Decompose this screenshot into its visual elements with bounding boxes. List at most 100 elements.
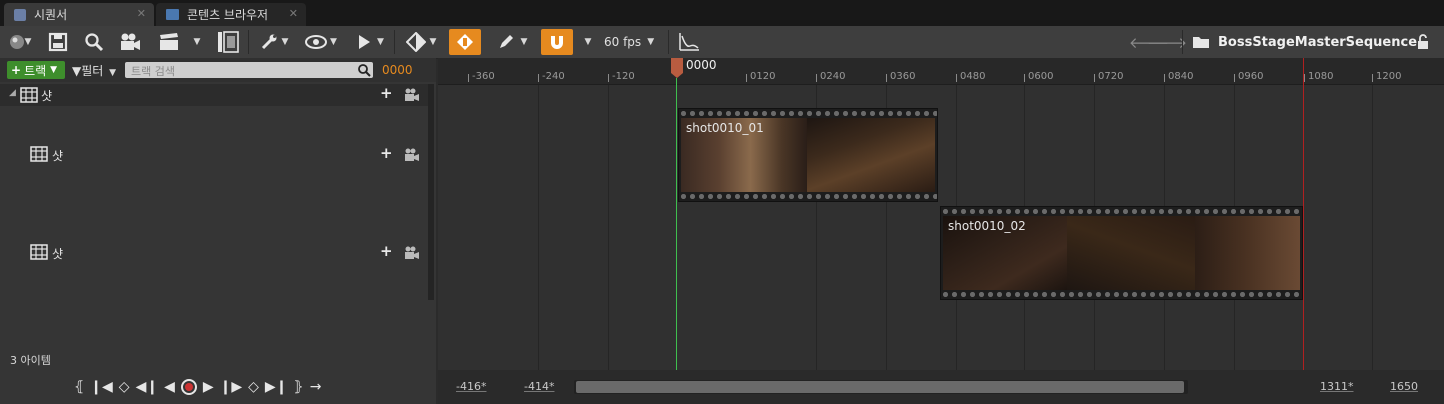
divider (248, 30, 249, 54)
save-button[interactable] (44, 29, 72, 55)
outliner-toolbar: + 트랙 ▼ ▼필터 ▼ 트랙 검색 0000 (0, 58, 436, 82)
auto-key-toggle[interactable] (449, 29, 481, 55)
camera-icon[interactable] (404, 246, 420, 260)
track-search-field[interactable]: 트랙 검색 (125, 62, 373, 78)
record-icon[interactable] (180, 379, 197, 395)
play-forward-icon[interactable]: ▶ (203, 379, 214, 395)
browse-button[interactable] (1190, 29, 1212, 55)
arrow-right-icon[interactable]: → (310, 379, 322, 395)
filter-button[interactable]: ▼필터 ▼ (72, 62, 116, 79)
tab-label: 시퀀서 (34, 8, 68, 22)
content-browser-icon (166, 9, 179, 20)
filter-icon: ▼ (72, 64, 82, 78)
playhead-line[interactable] (676, 78, 677, 370)
view-options-button[interactable]: ▼ (302, 29, 340, 55)
next-key-icon[interactable]: ◇ (248, 379, 259, 395)
camera-button[interactable] (116, 29, 144, 55)
ruler-tick (1164, 74, 1165, 82)
playback-end-field[interactable]: 1311* (1320, 380, 1354, 393)
prev-key-icon[interactable]: ❙◀ (90, 379, 113, 395)
eye-icon (305, 35, 328, 49)
view-end-field[interactable]: 1650 (1390, 380, 1418, 393)
expand-arrow-icon[interactable]: ◢ (9, 88, 16, 98)
shot-row[interactable]: 샷 + (0, 204, 428, 302)
tab-sequencer[interactable]: 시퀀서 ✕ (4, 3, 154, 26)
to-end-icon[interactable]: ▶❙ (265, 379, 288, 395)
shot-name: shot0010_02 (948, 219, 1026, 233)
timeline-scrollbar[interactable] (574, 380, 1188, 394)
shot-track-icon (30, 146, 48, 162)
reverse-icon[interactable]: ◀ (164, 379, 175, 395)
scrollbar-thumb[interactable] (576, 381, 1184, 393)
world-button[interactable]: ▼ (4, 29, 36, 55)
camera-icon[interactable] (404, 148, 420, 162)
close-icon[interactable]: ✕ (289, 7, 298, 20)
divider (394, 30, 395, 54)
add-track-button[interactable]: + 트랙 ▼ (7, 61, 65, 79)
curve-editor-button[interactable] (674, 29, 704, 55)
shot-track-icon (20, 87, 38, 103)
tick-label: 0360 (890, 71, 916, 82)
chevron-down-icon: ▼ (584, 37, 592, 47)
playback-start-field[interactable]: -414* (524, 380, 554, 393)
step-back-icon[interactable]: ◀❙ (136, 379, 159, 395)
lock-button[interactable] (1412, 29, 1434, 55)
tick-label: 0600 (1028, 71, 1054, 82)
add-shot-icon[interactable]: + (380, 144, 393, 162)
fps-label: 60 fps (604, 35, 642, 49)
prev-frame-icon[interactable]: ◇ (119, 379, 130, 395)
shot-section[interactable]: shot0010_02 (940, 206, 1303, 300)
shot-name: shot0010_01 (686, 121, 764, 135)
shot-thumbnail (1067, 216, 1195, 290)
find-button[interactable] (80, 29, 108, 55)
settings-button[interactable]: ▼ (256, 29, 292, 55)
current-frame-field[interactable]: 0000 (382, 63, 413, 77)
ruler-tick (886, 74, 887, 82)
shot-row-label: 샷 (52, 247, 64, 261)
snapping-options-button[interactable]: ▼ (578, 29, 598, 55)
end-range-marker[interactable] (1303, 58, 1304, 370)
clapper-button[interactable]: ▼ (152, 29, 206, 55)
outliner-scrollbar[interactable] (428, 84, 434, 300)
snapping-toggle[interactable] (541, 29, 573, 55)
key-options-button[interactable]: ▼ (402, 29, 440, 55)
magnet-icon (551, 36, 563, 49)
tick-label: 0960 (1238, 71, 1264, 82)
shot-track-row[interactable]: ◢ 샷 + (0, 84, 428, 106)
edit-mode-button[interactable]: ▼ (492, 29, 532, 55)
next-frame-icon[interactable]: ❙▶ (220, 379, 243, 395)
forward-button[interactable]: 🡒 (1147, 29, 1187, 55)
ruler-tick (1372, 74, 1373, 82)
render-movie-button[interactable] (214, 29, 242, 55)
ruler-tick (608, 74, 609, 82)
clapper-icon (159, 33, 178, 50)
ruler-tick (1024, 74, 1025, 82)
fps-dropdown[interactable]: 60 fps ▼ (604, 29, 664, 55)
tick-label: 0240 (820, 71, 846, 82)
camera-icon[interactable] (404, 88, 420, 102)
to-start-icon[interactable]: ⦃ (74, 379, 84, 395)
chevron-down-icon: ▼ (193, 37, 201, 47)
shot-row-label: 샷 (52, 149, 64, 163)
folder-icon (1193, 37, 1209, 48)
tick-label: -360 (472, 71, 495, 82)
add-shot-icon[interactable]: + (380, 84, 393, 102)
search-icon (358, 64, 371, 77)
view-start-field[interactable]: -416* (456, 380, 486, 393)
transport-controls: ⦃ ❙◀ ◇ ◀❙ ◀ ▶ ❙▶ ◇ ▶❙ ⦄ → (74, 376, 364, 398)
track-label: 샷 (41, 89, 53, 103)
sequencer-icon (14, 8, 26, 21)
close-icon[interactable]: ✕ (137, 7, 146, 20)
ruler-tick (1234, 74, 1235, 82)
add-shot-icon[interactable]: + (380, 242, 393, 260)
loop-icon[interactable]: ⦄ (293, 379, 303, 395)
shot-row[interactable]: 샷 + (0, 106, 428, 204)
divider (1182, 30, 1183, 54)
world-icon (9, 35, 24, 49)
tab-content-browser[interactable]: 콘텐츠 브라우저 ✕ (156, 3, 306, 26)
shot-section[interactable]: shot0010_01 (678, 108, 938, 202)
camera-icon (121, 33, 140, 50)
playback-options-button[interactable]: ▼ (352, 29, 388, 55)
chevron-down-icon: ▼ (50, 65, 58, 75)
time-ruler[interactable]: -360 -240 -120 0120 0240 0360 0480 0600 … (438, 58, 1444, 85)
